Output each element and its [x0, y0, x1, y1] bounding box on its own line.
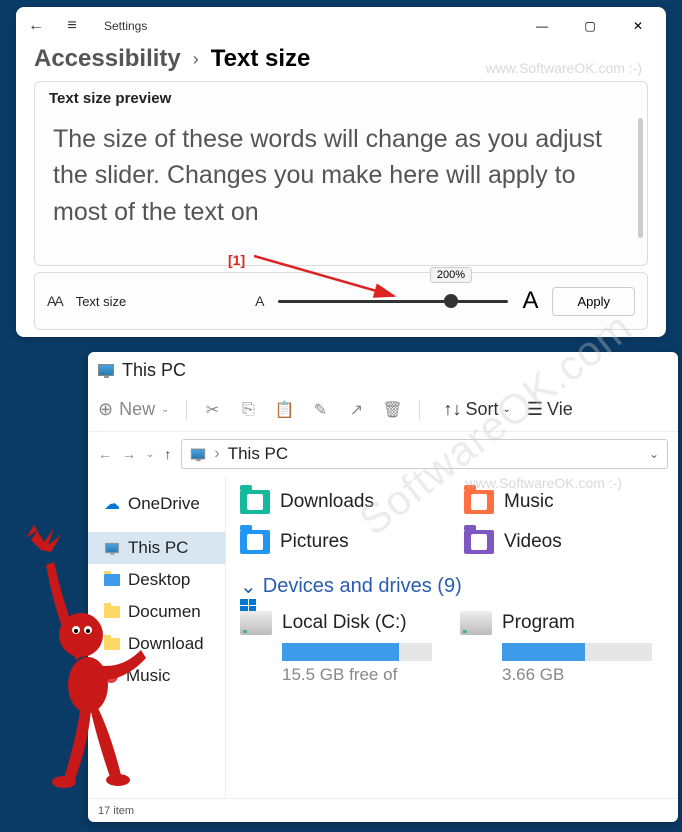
- this-pc-icon: [105, 543, 119, 553]
- drives-list: Local Disk (C:) 15.5 GB free of Program …: [240, 611, 678, 685]
- this-pc-icon: [98, 364, 114, 376]
- nav-up[interactable]: ↑: [164, 446, 171, 462]
- explorer-window: This PC ⊕ New ⌄ ✂ ⎘ 📋 ✎ ↗ 🗑 ↑↓ Sort ⌄ ☰ …: [88, 352, 678, 822]
- breadcrumb-parent[interactable]: Accessibility: [34, 45, 181, 73]
- folder-pictures[interactable]: Pictures: [240, 530, 454, 554]
- view-button[interactable]: ☰ Vie: [527, 399, 573, 420]
- sidebar-item-thispc[interactable]: This PC: [88, 532, 225, 564]
- back-button[interactable]: ←: [24, 14, 48, 38]
- chevron-right-icon: ›: [214, 445, 219, 463]
- paste-icon[interactable]: 📋: [275, 400, 295, 420]
- nav-row: ← → ⌄ ↑ › This PC ⌄: [88, 432, 678, 476]
- preview-card: Text size preview The size of these word…: [34, 81, 648, 266]
- apply-button[interactable]: Apply: [552, 287, 635, 316]
- folder-music[interactable]: Music: [464, 490, 678, 514]
- drive-c[interactable]: Local Disk (C:) 15.5 GB free of: [240, 611, 440, 685]
- scrollbar[interactable]: [638, 118, 643, 238]
- explorer-titlebar: This PC: [88, 352, 678, 388]
- sidebar-item-onedrive[interactable]: ☁ OneDrive: [88, 488, 225, 520]
- chevron-right-icon: ›: [193, 49, 199, 70]
- sort-button[interactable]: ↑↓ Sort ⌄: [444, 399, 511, 420]
- breadcrumb: Accessibility › Text size: [16, 45, 666, 81]
- explorer-toolbar: ⊕ New ⌄ ✂ ⎘ 📋 ✎ ↗ 🗑 ↑↓ Sort ⌄ ☰ Vie: [88, 388, 678, 432]
- drive-program[interactable]: Program 3.66 GB: [460, 611, 660, 685]
- preview-text: The size of these words will change as y…: [35, 115, 647, 230]
- slider-tooltip: 200%: [430, 267, 472, 283]
- folder-downloads[interactable]: Downloads: [240, 490, 454, 514]
- chevron-down-icon: ⌄: [240, 574, 257, 599]
- address-text: This PC: [228, 444, 288, 464]
- folder-icon: [104, 606, 120, 618]
- chevron-down-icon[interactable]: ⌄: [649, 447, 659, 461]
- small-a-label: A: [255, 293, 264, 309]
- drive-usage-bar: [502, 643, 652, 661]
- slider-thumb[interactable]: [444, 294, 458, 308]
- big-a-label: A: [522, 287, 538, 315]
- copy-icon[interactable]: ⎘: [239, 400, 259, 420]
- music-icon: [104, 669, 118, 683]
- text-size-icon: AA: [47, 293, 62, 309]
- rename-icon[interactable]: ✎: [311, 400, 331, 420]
- delete-icon[interactable]: 🗑: [383, 400, 403, 420]
- sidebar-item-downloads[interactable]: Download: [88, 628, 225, 660]
- drive-usage-bar: [282, 643, 432, 661]
- menu-button[interactable]: ≡: [60, 14, 84, 38]
- text-size-slider[interactable]: 200%: [278, 291, 508, 311]
- folder-icon: [104, 574, 120, 586]
- folder-videos[interactable]: Videos: [464, 530, 678, 554]
- this-pc-icon: [191, 449, 205, 460]
- close-button[interactable]: ✕: [618, 12, 658, 40]
- text-size-row: AA Text size A 200% A Apply: [34, 272, 648, 330]
- settings-window: ← ≡ Settings ― ▢ ✕ Accessibility › Text …: [16, 7, 666, 337]
- slider-label: Text size: [76, 294, 127, 309]
- downloads-icon: [240, 490, 270, 514]
- maximize-button[interactable]: ▢: [570, 12, 610, 40]
- address-bar[interactable]: › This PC ⌄: [181, 439, 668, 469]
- minimize-button[interactable]: ―: [522, 12, 562, 40]
- view-icon: ☰: [527, 399, 543, 420]
- share-icon[interactable]: ↗: [347, 400, 367, 420]
- videos-icon: [464, 530, 494, 554]
- drive-icon: [460, 611, 492, 635]
- music-icon: [464, 490, 494, 514]
- titlebar: ← ≡ Settings ― ▢ ✕: [16, 7, 666, 45]
- devices-section-header[interactable]: ⌄ Devices and drives (9): [240, 574, 678, 599]
- folder-icon: [104, 638, 120, 650]
- chevron-down-icon: ⌄: [161, 404, 169, 415]
- explorer-title: This PC: [122, 360, 186, 381]
- sidebar-item-desktop[interactable]: Desktop: [88, 564, 225, 596]
- nav-back[interactable]: ←: [98, 446, 112, 462]
- drive-icon: [240, 611, 272, 635]
- content-pane: Downloads Music Pictures Videos ⌄ Device…: [226, 476, 678, 798]
- sort-icon: ↑↓: [444, 399, 462, 420]
- annotation-1: [1]: [228, 252, 245, 268]
- breadcrumb-current: Text size: [211, 45, 311, 73]
- sidebar-item-music[interactable]: Music: [88, 660, 225, 692]
- plus-icon: ⊕: [98, 399, 113, 420]
- preview-title: Text size preview: [35, 82, 647, 115]
- nav-forward[interactable]: →: [122, 446, 136, 462]
- sidebar-item-documents[interactable]: Documen: [88, 596, 225, 628]
- app-title: Settings: [104, 19, 147, 33]
- cloud-icon: ☁: [104, 494, 120, 514]
- new-button[interactable]: ⊕ New ⌄: [98, 399, 170, 420]
- status-bar: 17 item: [88, 798, 678, 822]
- cut-icon[interactable]: ✂: [203, 400, 223, 420]
- sidebar: ☁ OneDrive This PC Desktop Documen Downl…: [88, 476, 226, 798]
- chevron-down-icon: ⌄: [503, 404, 511, 415]
- nav-recent[interactable]: ⌄: [146, 449, 154, 460]
- pictures-icon: [240, 530, 270, 554]
- folders-grid: Downloads Music Pictures Videos: [240, 490, 678, 554]
